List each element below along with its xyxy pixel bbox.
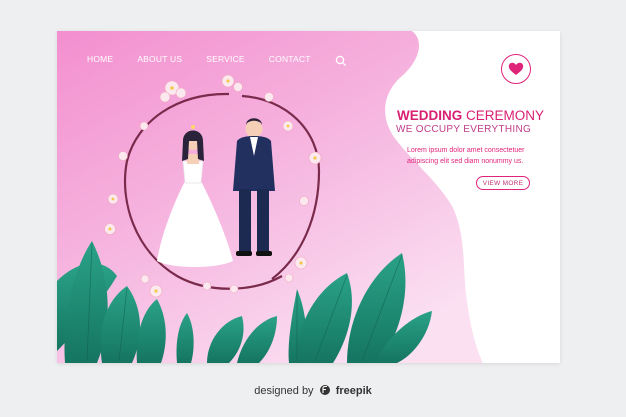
hero-body-text: Lorem ipsum dolor amet consectetuer adip…: [407, 145, 557, 167]
search-icon[interactable]: [335, 54, 347, 66]
view-more-button[interactable]: VIEW MORE: [476, 176, 530, 190]
hero-body-line: adipiscing elit sed diam nonummy us.: [407, 158, 524, 165]
nav-item-service[interactable]: SERVICE: [206, 54, 245, 64]
hero-illustration: [57, 31, 483, 363]
hero-subtitle: WE OCCUPY EVERYTHING: [396, 124, 532, 135]
nav-item-contact[interactable]: CONTACT: [269, 54, 311, 64]
nav-item-about-us[interactable]: ABOUT US: [137, 54, 182, 64]
top-navigation: HOME ABOUT US SERVICE CONTACT: [87, 53, 347, 66]
heart-logo-badge[interactable]: [501, 54, 531, 84]
landing-page-card: HOME ABOUT US SERVICE CONTACT WEDDING CE…: [57, 31, 560, 363]
hero-title-bold: WEDDING: [397, 108, 463, 123]
hero-body-line: Lorem ipsum dolor amet consectetuer: [407, 147, 525, 154]
credit-brand[interactable]: freepik: [336, 385, 372, 397]
heart-icon: [508, 62, 524, 75]
hero-title: WEDDING CEREMONY: [397, 108, 557, 123]
hero-title-light: CEREMONY: [462, 108, 545, 123]
freepik-logo-icon: [319, 384, 331, 396]
credit-prefix: designed by: [254, 385, 314, 397]
nav-item-home[interactable]: HOME: [87, 54, 113, 64]
designer-credit: designed by freepik: [0, 384, 626, 397]
